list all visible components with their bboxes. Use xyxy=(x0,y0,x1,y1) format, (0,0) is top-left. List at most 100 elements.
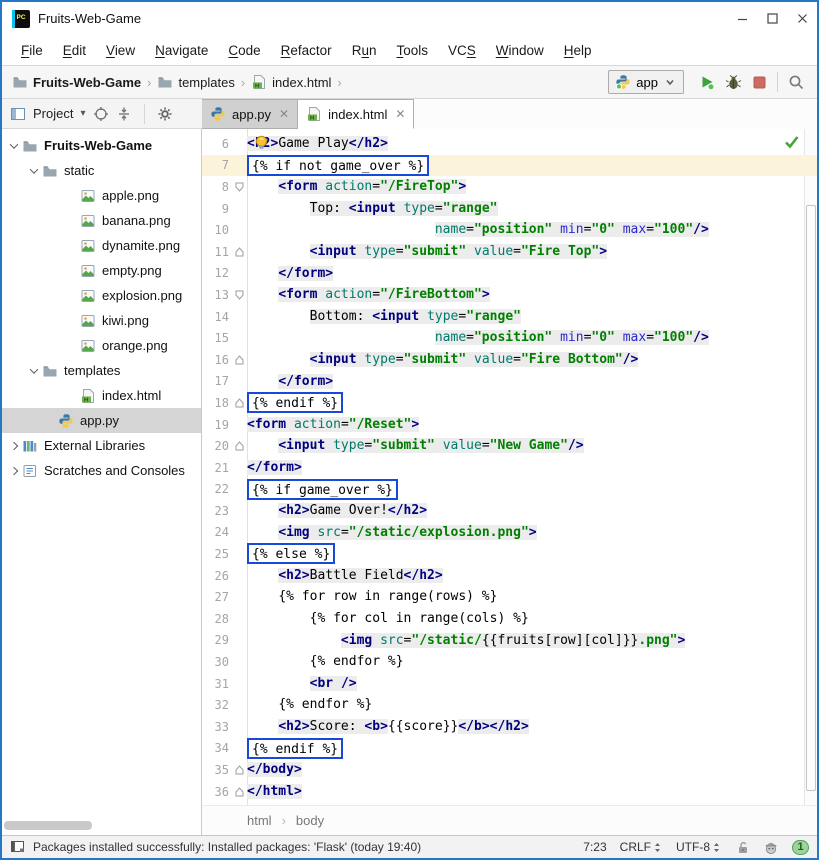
code-line-13[interactable]: 13 <form action="/FireBottom"> xyxy=(202,284,817,306)
code-line-22[interactable]: 22{% if game_over %} xyxy=(202,479,817,501)
tab-close-icon[interactable]: ✕ xyxy=(279,107,289,121)
fold-end-icon[interactable] xyxy=(232,765,247,775)
code-line-23[interactable]: 23 <h2>Game Over!</h2> xyxy=(202,500,817,522)
code-line-18[interactable]: 18{% endif %} xyxy=(202,392,817,414)
code-editor[interactable]: 6<h2>Game Play</h2>7{% if not game_over … xyxy=(202,129,817,805)
menu-code[interactable]: Code xyxy=(219,39,269,62)
code-line-36[interactable]: 36</html> xyxy=(202,781,817,803)
search-everywhere-icon[interactable] xyxy=(783,69,809,95)
fold-end-icon[interactable] xyxy=(232,355,247,365)
menu-window[interactable]: Window xyxy=(487,39,553,62)
code-line-10[interactable]: 10 name="position" min="0" max="100"/> xyxy=(202,219,817,241)
unlock-icon[interactable] xyxy=(735,840,750,855)
intention-lightbulb-icon[interactable] xyxy=(254,135,269,150)
project-tree[interactable]: Fruits-Web-Gamestaticapple.pngbanana.png… xyxy=(2,129,202,835)
code-line-26[interactable]: 26 <h2>Battle Field</h2> xyxy=(202,565,817,587)
code-line-11[interactable]: 11 <input type="submit" value="Fire Top"… xyxy=(202,241,817,263)
chevron-down-icon[interactable] xyxy=(26,363,42,379)
breadcrumb-fruits-web-game[interactable]: Fruits-Web-Game xyxy=(12,74,141,90)
run-configuration-select[interactable]: app xyxy=(608,70,684,94)
code-line-32[interactable]: 32 {% endfor %} xyxy=(202,694,817,716)
code-line-20[interactable]: 20 <input type="submit" value="New Game"… xyxy=(202,435,817,457)
tree-item-external-libraries[interactable]: External Libraries xyxy=(2,433,201,458)
stop-button[interactable] xyxy=(746,69,772,95)
code-line-29[interactable]: 29 <img src="/static/{{fruits[row][col]}… xyxy=(202,630,817,652)
chevron-down-icon[interactable] xyxy=(6,138,22,154)
tree-item-explosion-png[interactable]: explosion.png xyxy=(2,283,201,308)
menu-tools[interactable]: Tools xyxy=(387,39,437,62)
code-line-33[interactable]: 33 <h2>Score: <b>{{score}}</b></h2> xyxy=(202,716,817,738)
code-line-7[interactable]: 7{% if not game_over %} xyxy=(202,155,817,177)
code-line-30[interactable]: 30 {% endfor %} xyxy=(202,651,817,673)
notification-badge[interactable]: 1 xyxy=(792,840,809,855)
menu-vcs[interactable]: VCS xyxy=(439,39,485,62)
tree-item-templates[interactable]: templates xyxy=(2,358,201,383)
tree-item-scratches-and-consoles[interactable]: Scratches and Consoles xyxy=(2,458,201,483)
fold-end-icon[interactable] xyxy=(232,398,247,408)
code-line-28[interactable]: 28 {% for col in range(cols) %} xyxy=(202,608,817,630)
code-line-8[interactable]: 8 <form action="/FireTop"> xyxy=(202,176,817,198)
code-line-14[interactable]: 14 Bottom: <input type="range" xyxy=(202,306,817,328)
project-panel-header[interactable]: Project ▾ xyxy=(2,99,202,129)
chevron-right-icon[interactable] xyxy=(6,438,22,454)
breadcrumb-index-html[interactable]: Hindex.html xyxy=(251,74,331,90)
code-line-6[interactable]: 6<h2>Game Play</h2> xyxy=(202,133,817,155)
code-line-16[interactable]: 16 <input type="submit" value="Fire Bott… xyxy=(202,349,817,371)
gear-icon[interactable] xyxy=(157,106,173,122)
code-line-24[interactable]: 24 <img src="/static/explosion.png"> xyxy=(202,522,817,544)
menu-run[interactable]: Run xyxy=(343,39,386,62)
code-line-15[interactable]: 15 name="position" min="0" max="100"/> xyxy=(202,327,817,349)
code-line-35[interactable]: 35</body> xyxy=(202,759,817,781)
maximize-button[interactable] xyxy=(757,6,787,32)
horizontal-scrollbar-thumb[interactable] xyxy=(4,821,92,830)
fold-start-icon[interactable] xyxy=(232,182,247,192)
fold-end-icon[interactable] xyxy=(232,247,247,257)
tree-item-kiwi-png[interactable]: kiwi.png xyxy=(2,308,201,333)
menu-edit[interactable]: Edit xyxy=(54,39,95,62)
fold-end-icon[interactable] xyxy=(232,441,247,451)
tab-index-html[interactable]: Hindex.html✕ xyxy=(298,99,414,129)
tree-item-empty-png[interactable]: empty.png xyxy=(2,258,201,283)
menu-navigate[interactable]: Navigate xyxy=(146,39,217,62)
fold-start-icon[interactable] xyxy=(232,290,247,300)
menu-file[interactable]: File xyxy=(12,39,52,62)
status-message[interactable]: Packages installed successfully: Install… xyxy=(33,840,583,854)
tree-item-orange-png[interactable]: orange.png xyxy=(2,333,201,358)
code-line-19[interactable]: 19<form action="/Reset"> xyxy=(202,414,817,436)
tool-window-switcher-icon[interactable] xyxy=(10,840,25,854)
run-button[interactable] xyxy=(694,69,720,95)
tree-item-dynamite-png[interactable]: dynamite.png xyxy=(2,233,201,258)
code-line-12[interactable]: 12 </form> xyxy=(202,263,817,285)
editor-breadcrumb-body[interactable]: body xyxy=(296,813,324,828)
chevron-right-icon[interactable] xyxy=(6,463,22,479)
tree-item-static[interactable]: static xyxy=(2,158,201,183)
minimize-button[interactable] xyxy=(727,6,757,32)
tree-item-banana-png[interactable]: banana.png xyxy=(2,208,201,233)
code-line-31[interactable]: 31 <br /> xyxy=(202,673,817,695)
code-line-17[interactable]: 17 </form> xyxy=(202,371,817,393)
project-dropdown-caret[interactable]: ▾ xyxy=(80,108,85,119)
line-separator-widget[interactable]: CRLF xyxy=(620,840,663,854)
chevron-down-icon[interactable] xyxy=(26,163,42,179)
locate-file-icon[interactable] xyxy=(93,106,109,122)
fold-end-icon[interactable] xyxy=(232,787,247,797)
tree-item-fruits-web-game[interactable]: Fruits-Web-Game xyxy=(2,133,201,158)
editor-breadcrumb-html[interactable]: html xyxy=(247,813,272,828)
code-line-25[interactable]: 25{% else %} xyxy=(202,543,817,565)
code-line-9[interactable]: 9 Top: <input type="range" xyxy=(202,198,817,220)
tree-item-index-html[interactable]: Hindex.html xyxy=(2,383,201,408)
menu-view[interactable]: View xyxy=(97,39,144,62)
hector-inspector-icon[interactable] xyxy=(763,839,779,855)
tree-item-app-py[interactable]: app.py xyxy=(2,408,201,433)
tree-item-apple-png[interactable]: apple.png xyxy=(2,183,201,208)
breadcrumb-templates[interactable]: templates xyxy=(157,74,234,90)
caret-position-widget[interactable]: 7:23 xyxy=(583,840,606,854)
inspections-ok-icon[interactable] xyxy=(784,134,799,149)
tab-app-py[interactable]: app.py✕ xyxy=(202,99,298,129)
menu-help[interactable]: Help xyxy=(555,39,601,62)
tab-close-icon[interactable]: ✕ xyxy=(395,107,405,121)
code-line-27[interactable]: 27 {% for row in range(rows) %} xyxy=(202,586,817,608)
code-line-34[interactable]: 34{% endif %} xyxy=(202,738,817,760)
close-button[interactable] xyxy=(787,6,817,32)
encoding-widget[interactable]: UTF-8 xyxy=(676,840,722,854)
